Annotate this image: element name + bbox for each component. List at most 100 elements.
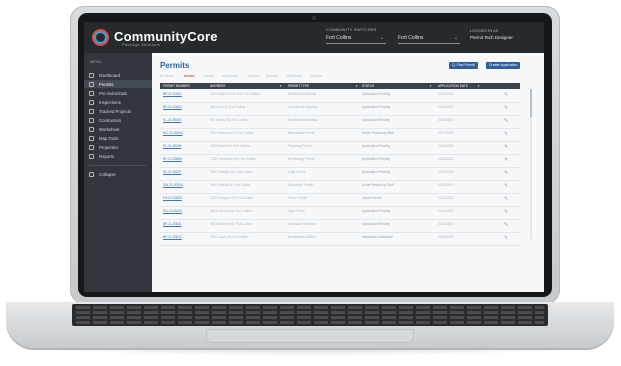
- tab-withdrawn[interactable]: Withdrawn: [286, 74, 303, 78]
- edit-icon[interactable]: ✎: [504, 209, 508, 215]
- tab-archive[interactable]: Archive: [310, 74, 322, 78]
- table-row[interactable]: BP-21-00012 1200 Laurel St, Fort Collins R…: [160, 232, 520, 246]
- inspection-icon: [89, 99, 94, 105]
- sidebar-item-tracked-projects[interactable]: Tracked Projects: [84, 107, 152, 115]
- map-icon: [89, 135, 94, 141]
- edit-icon[interactable]: ✎: [504, 222, 508, 228]
- dashboard-icon: [89, 72, 94, 78]
- edit-icon[interactable]: ✎: [504, 196, 508, 202]
- table-row[interactable]: BP-21-00001 1234 Main St Unit 104, Fort C…: [160, 89, 520, 103]
- table-row[interactable]: BP-21-00011 9001 Mulberry St, Fort Collin…: [160, 219, 520, 233]
- edit-icon[interactable]: ✎: [504, 170, 508, 176]
- sidebar-item-label: Dashboard: [99, 72, 121, 78]
- sidebar-item-dashboard[interactable]: Dashboard: [84, 71, 152, 79]
- address-cell: 2500 Shields St, Fort Collins: [210, 183, 251, 187]
- camera-icon: [312, 16, 316, 20]
- edit-icon[interactable]: ✎: [504, 183, 508, 189]
- address-cell: 6120 Prospect Rd, Fort Collins: [210, 196, 254, 200]
- sidebar-item-label: Reports: [99, 153, 115, 159]
- application-date-cell: 01/10/2021: [438, 170, 454, 174]
- community-select[interactable]: Fort Collins ⌄: [326, 33, 386, 44]
- sidebar-item-pre-submittals[interactable]: Pre-Submittals: [84, 89, 152, 97]
- sidebar-item-map-tools[interactable]: Map Tools: [84, 134, 152, 142]
- trackpad: [206, 329, 414, 343]
- brand-logo-icon[interactable]: [92, 29, 109, 46]
- table-row[interactable]: MC-21-00004 1122 Harmony Rd, Fort Collins…: [160, 128, 520, 142]
- tab-active[interactable]: Active: [184, 74, 195, 78]
- user-menu[interactable]: Permit Tech Designer: [470, 35, 513, 40]
- clipboard-icon: [89, 90, 94, 96]
- permit-number-link[interactable]: SG-21-00010: [163, 209, 182, 213]
- jurisdiction-select[interactable]: Fort Collins ⌄: [398, 33, 460, 44]
- table-row[interactable]: DM-21-00008 2500 Shields St, Fort Collins…: [160, 180, 520, 194]
- edit-icon[interactable]: ✎: [504, 92, 508, 98]
- sidebar-item-worksheet[interactable]: Worksheet: [84, 125, 152, 133]
- table-row[interactable]: FN-21-00009 6120 Prospect Rd, Fort Collin…: [160, 193, 520, 207]
- edit-icon[interactable]: ✎: [504, 235, 508, 241]
- report-icon: [89, 153, 94, 159]
- permit-number-link[interactable]: DM-21-00008: [163, 183, 183, 187]
- edit-icon[interactable]: ✎: [504, 157, 508, 163]
- permit-number-link[interactable]: SL-21-00007: [163, 170, 181, 174]
- tab-inspection[interactable]: Inspection: [222, 74, 238, 78]
- sidebar-item-inspections[interactable]: Inspections: [84, 98, 152, 106]
- brand-subtitle: Package Solutions: [122, 42, 161, 47]
- find-permit-button[interactable]: Q, Find Permit: [449, 62, 478, 69]
- permit-number-link[interactable]: FN-21-00009: [163, 196, 182, 200]
- address-cell: 1200 Laurel St, Fort Collins: [210, 235, 249, 239]
- sidebar-item-label: Worksheet: [99, 126, 120, 132]
- address-cell: 9001 Mulberry St, Fort Collins: [210, 222, 253, 226]
- table-row[interactable]: BP-21-00002 5678 Elm St, Fort Collins Comm…: [160, 102, 520, 116]
- permit-number-link[interactable]: BP-21-00002: [163, 105, 182, 109]
- sidebar-divider: [89, 165, 147, 166]
- hardhat-icon: [89, 117, 94, 123]
- status-cell: Application Pending: [362, 222, 391, 226]
- edit-icon[interactable]: ✎: [504, 144, 508, 150]
- home-icon: [89, 144, 94, 150]
- tab-expired[interactable]: Expired: [266, 74, 278, 78]
- table-scrollbar-thumb[interactable]: [530, 89, 532, 117]
- page-title: Permits: [160, 61, 190, 70]
- tab-issued[interactable]: Issued: [204, 74, 214, 78]
- application-date-cell: 01/13/2021: [438, 209, 454, 213]
- permit-number-link[interactable]: BP-21-00001: [163, 92, 182, 96]
- chevron-down-icon: ⌄: [379, 35, 384, 41]
- table-row[interactable]: SG-21-00010 8015 Lemay Ave, Fort Collins S…: [160, 206, 520, 220]
- collapse-icon: [89, 171, 94, 177]
- sidebar-item-contractors[interactable]: Contractors: [84, 116, 152, 124]
- edit-icon[interactable]: ✎: [504, 105, 508, 111]
- status-cell: Application Pending: [362, 92, 391, 96]
- table-row[interactable]: EL-21-00003 910 Walnut St, Fort Collins Re…: [160, 115, 520, 129]
- permit-number-link[interactable]: EL-21-00003: [163, 118, 181, 122]
- application-date-cell: 01/09/2021: [438, 157, 454, 161]
- sidebar-item-reports[interactable]: Reports: [84, 152, 152, 160]
- permit-icon: [89, 81, 94, 87]
- sidebar-item-properties[interactable]: Properties: [84, 143, 152, 151]
- sidebar-item-permits[interactable]: Permits: [84, 80, 152, 88]
- chevron-down-icon: ⌄: [453, 35, 458, 41]
- edit-icon[interactable]: ✎: [504, 118, 508, 124]
- create-application-button[interactable]: Create Application: [486, 62, 521, 69]
- edit-icon[interactable]: ✎: [504, 131, 508, 137]
- permit-type-cell: Sign Permit: [288, 209, 305, 213]
- sidebar-item-label: Map Tools: [99, 135, 119, 141]
- screen: CommunityCore Package Solutions COMMUNIT…: [84, 22, 544, 292]
- permit-number-link[interactable]: RF-21-00006: [163, 157, 182, 161]
- permit-number-link[interactable]: PL-21-00005: [163, 144, 181, 148]
- application-date-cell: 01/08/2021: [438, 144, 454, 148]
- status-cell: Application Pending: [362, 144, 391, 148]
- permit-type-cell: Accessory Structure: [288, 222, 317, 226]
- folder-icon: [89, 108, 94, 114]
- permit-type-cell: Commercial Building: [288, 105, 318, 109]
- status-cell: Issued Permit: [362, 196, 382, 200]
- table-row[interactable]: SL-21-00007 3300 College Ave, Fort Collin…: [160, 167, 520, 181]
- table-row[interactable]: RF-21-00006 7788 Timberline Rd, Fort Coll…: [160, 154, 520, 168]
- permit-number-link[interactable]: MC-21-00004: [163, 131, 183, 135]
- permit-number-link[interactable]: BP-21-00012: [163, 235, 182, 239]
- tab-all-items[interactable]: All Items: [160, 74, 173, 78]
- tab-closed[interactable]: Closed: [248, 74, 259, 78]
- sidebar-collapse-button[interactable]: Collapse: [84, 170, 152, 178]
- keyboard-row: [76, 311, 544, 314]
- permit-number-link[interactable]: BP-21-00011: [163, 222, 182, 226]
- table-row[interactable]: PL-21-00005 4455 Drake Rd, Fort Collins Pl…: [160, 141, 520, 155]
